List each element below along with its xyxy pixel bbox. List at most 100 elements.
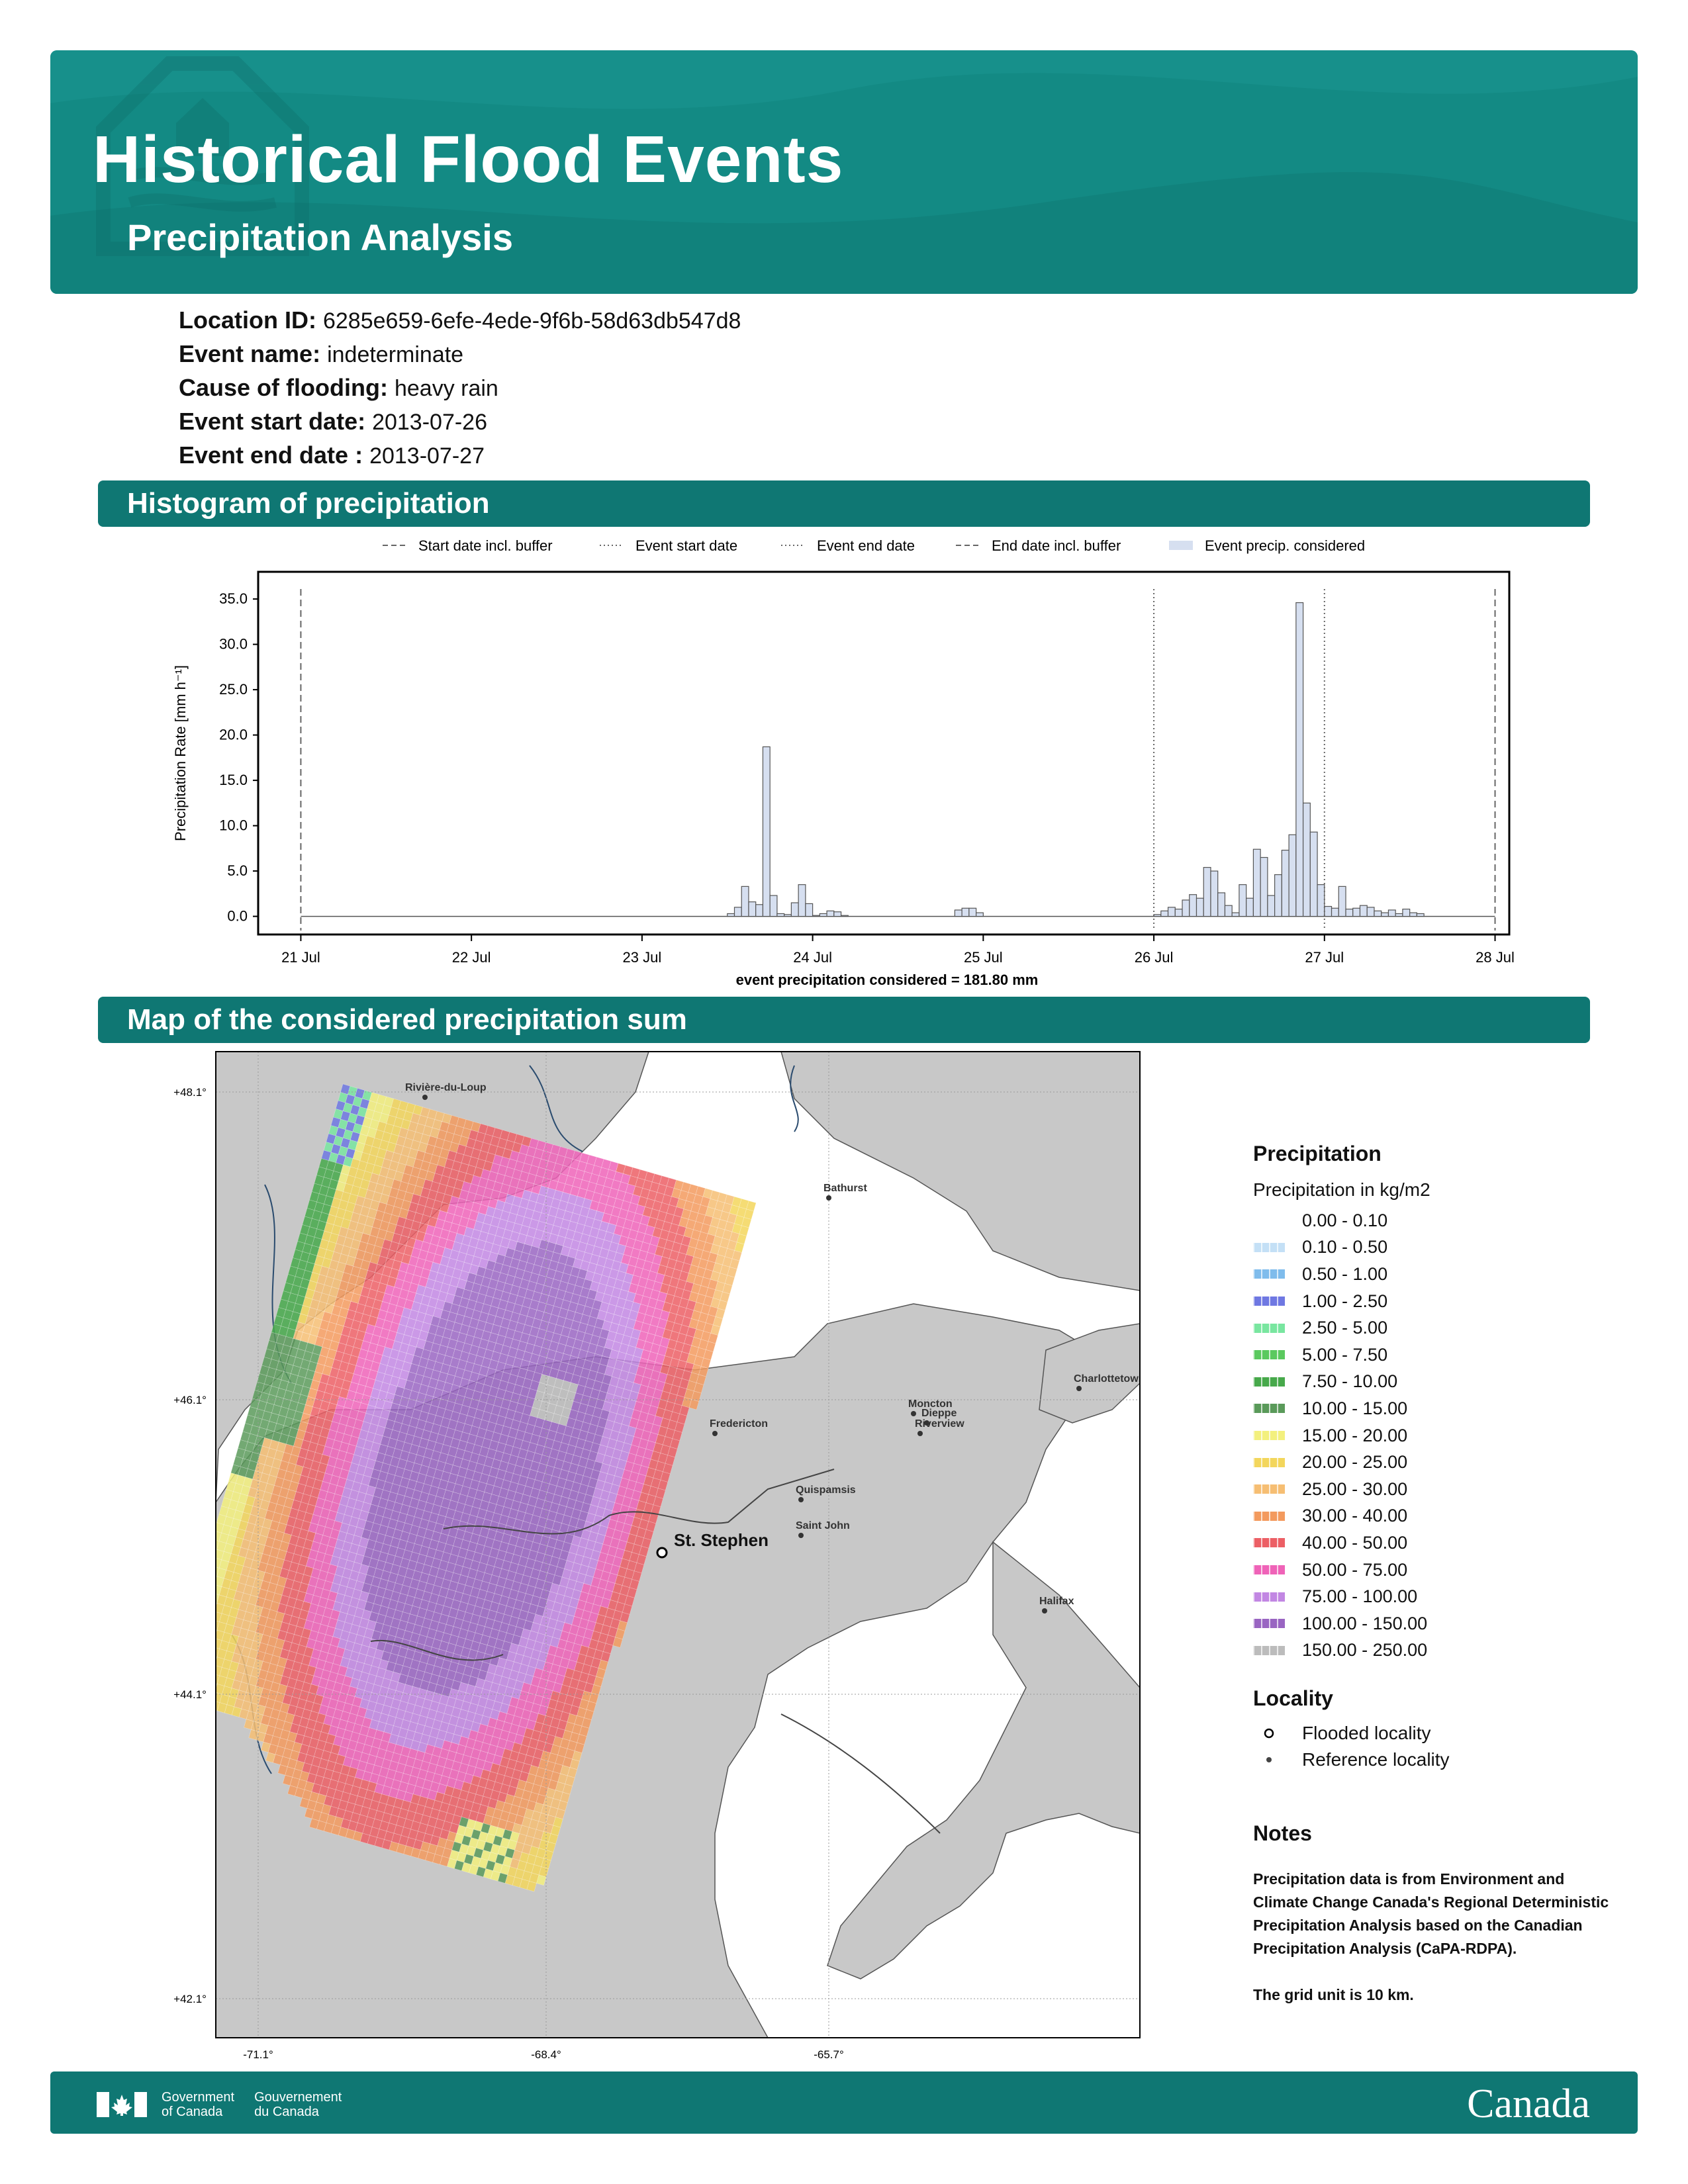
precip-cell: [176, 1655, 186, 1666]
legend-label: 10.00 - 15.00: [1302, 1398, 1408, 1418]
histogram-bar: [1167, 907, 1176, 917]
histogram-bar: [1252, 848, 1261, 917]
legend-label: Event precip. considered: [1205, 537, 1365, 554]
histogram-bar: [819, 913, 827, 917]
precip-cell: [197, 1580, 207, 1591]
histogram-bar: [1288, 834, 1297, 917]
legend-item: 40.00 - 50.00: [1253, 1529, 1624, 1557]
gov-en-line1: Government: [162, 2090, 235, 2105]
y-tick-label: 35.0: [219, 590, 248, 607]
histogram-bar: [1338, 886, 1346, 917]
legend-item: 30.00 - 40.00: [1253, 1503, 1624, 1530]
flooded-locality-marker: [656, 1547, 668, 1559]
histogram-bar: [1359, 905, 1368, 917]
lon-tick-label: -65.7°: [814, 2048, 844, 2061]
precip-cell: [185, 1622, 195, 1633]
legend-label: 25.00 - 30.00: [1302, 1479, 1408, 1499]
cause-value: heavy rain: [394, 376, 498, 401]
histogram-bar: [1309, 831, 1318, 917]
legend-item: 1.00 - 2.50: [1253, 1288, 1624, 1315]
histogram-section-title: Histogram of precipitation: [127, 487, 490, 520]
legend-label: Event start date: [635, 537, 737, 554]
place-label: Riverview: [915, 1418, 964, 1430]
event-name-value: indeterminate: [327, 342, 464, 367]
y-axis-label: Precipitation Rate [mm h⁻¹]: [172, 665, 189, 841]
precip-cell: [198, 1634, 208, 1645]
precip-cell: [188, 1667, 198, 1678]
histogram-bar: [798, 884, 806, 917]
x-tick-label: 28 Jul: [1476, 949, 1515, 966]
histogram-bar: [1160, 910, 1169, 917]
histogram-bar: [727, 913, 735, 917]
cause-row: Cause of flooding: heavy rain: [179, 371, 1238, 404]
lat-tick-label: +42.1°: [173, 1993, 207, 2005]
precip-cell: [191, 1632, 201, 1643]
histogram-bar: [1416, 913, 1425, 917]
precip-cell: [179, 1647, 189, 1657]
y-tick-label: 15.0: [219, 772, 248, 788]
histogram-legend: Start date incl. buffer Event start date E…: [383, 537, 1365, 554]
legend-item: 20.00 - 25.00: [1253, 1449, 1624, 1476]
histogram-chart: Start date incl. buffer Event start date E…: [159, 529, 1536, 993]
histogram-bar: [1203, 867, 1211, 917]
precip-cell: [203, 1564, 212, 1574]
place-label: Charlottetown: [1074, 1373, 1145, 1385]
legend-subtitle: Precipitation in kg/m2: [1253, 1179, 1430, 1200]
histogram-bar: [1402, 909, 1411, 917]
histogram-bar: [1374, 910, 1382, 917]
legend-swatch: [1253, 1377, 1285, 1387]
histogram-bar: [1260, 856, 1268, 917]
x-tick-label: 22 Jul: [452, 949, 491, 966]
histogram-bar: [1239, 884, 1247, 917]
lon-tick-label: -71.1°: [243, 2048, 273, 2061]
precipitation-map: Rivière-du-Loup Bathurst Charlottetown Monc…: [132, 1039, 1165, 2071]
x-tick-label: 24 Jul: [793, 949, 832, 966]
event-metadata: Location ID: 6285e659-6efe-4ede-9f6b-58d6…: [179, 303, 1238, 472]
legend-swatch: [1253, 1350, 1285, 1360]
legend-label: 100.00 - 150.00: [1302, 1613, 1428, 1633]
legend-swatch: [1253, 1511, 1285, 1521]
histogram-bar: [840, 915, 849, 917]
legend-swatch: [1253, 1404, 1285, 1414]
place-label: Halifax: [1039, 1596, 1074, 1607]
event-name-row: Event name: indeterminate: [179, 337, 1238, 371]
histogram-bar: [1231, 912, 1240, 917]
legend-swatch: [1253, 1484, 1285, 1494]
government-signature: Government of Canada Gouvernement du Can…: [97, 2090, 342, 2119]
legend-swatch: [1253, 1645, 1285, 1655]
precip-cell: [195, 1589, 205, 1600]
legend-swatch: [1253, 1431, 1285, 1441]
y-axis-ticks: 0.05.010.015.020.025.030.035.0: [219, 590, 258, 925]
precip-cell: [188, 1614, 198, 1624]
legend-label: 150.00 - 250.00: [1302, 1640, 1428, 1661]
histogram-bar: [1153, 914, 1162, 917]
precip-cell: [195, 1669, 205, 1680]
legend-item: 5.00 - 7.50: [1253, 1342, 1624, 1369]
precip-cell: [191, 1606, 201, 1616]
precip-cell: [193, 1597, 203, 1608]
legend-item: 7.50 - 10.00: [1253, 1369, 1624, 1396]
legend-label: 50.00 - 75.00: [1302, 1559, 1408, 1580]
gov-en-line2: of Canada: [162, 2105, 223, 2119]
y-tick-label: 20.0: [219, 727, 248, 743]
legend-item: 10.00 - 15.00: [1253, 1395, 1624, 1422]
precip-cell: [193, 1678, 203, 1688]
reference-locality-marker: [917, 1431, 923, 1436]
histogram-bar: [1267, 895, 1276, 917]
map-legend: Precipitation Precipitation in kg/m2 0.0…: [1253, 1142, 1624, 1773]
legend-swatch: [1253, 1269, 1285, 1279]
location-id-label: Location ID:: [179, 306, 316, 334]
histogram-bar: [976, 912, 984, 917]
precip-cell: [193, 1624, 203, 1635]
histogram-bar: [755, 904, 764, 917]
histogram-bar: [812, 915, 820, 917]
legend-label: Start date incl. buffer: [418, 537, 553, 554]
legend-classes: 0.00 - 0.10 0.10 - 0.50 0.50 - 1.00 1.00 - …: [1253, 1207, 1624, 1664]
x-tick-label: 21 Jul: [281, 949, 320, 966]
precip-cell: [200, 1599, 210, 1610]
precip-cell: [205, 1690, 215, 1701]
y-tick-label: 30.0: [219, 636, 248, 653]
legend-item: 150.00 - 250.00: [1253, 1637, 1624, 1664]
precip-cell: [171, 1672, 181, 1682]
legend-label: 20.00 - 25.00: [1302, 1452, 1408, 1473]
